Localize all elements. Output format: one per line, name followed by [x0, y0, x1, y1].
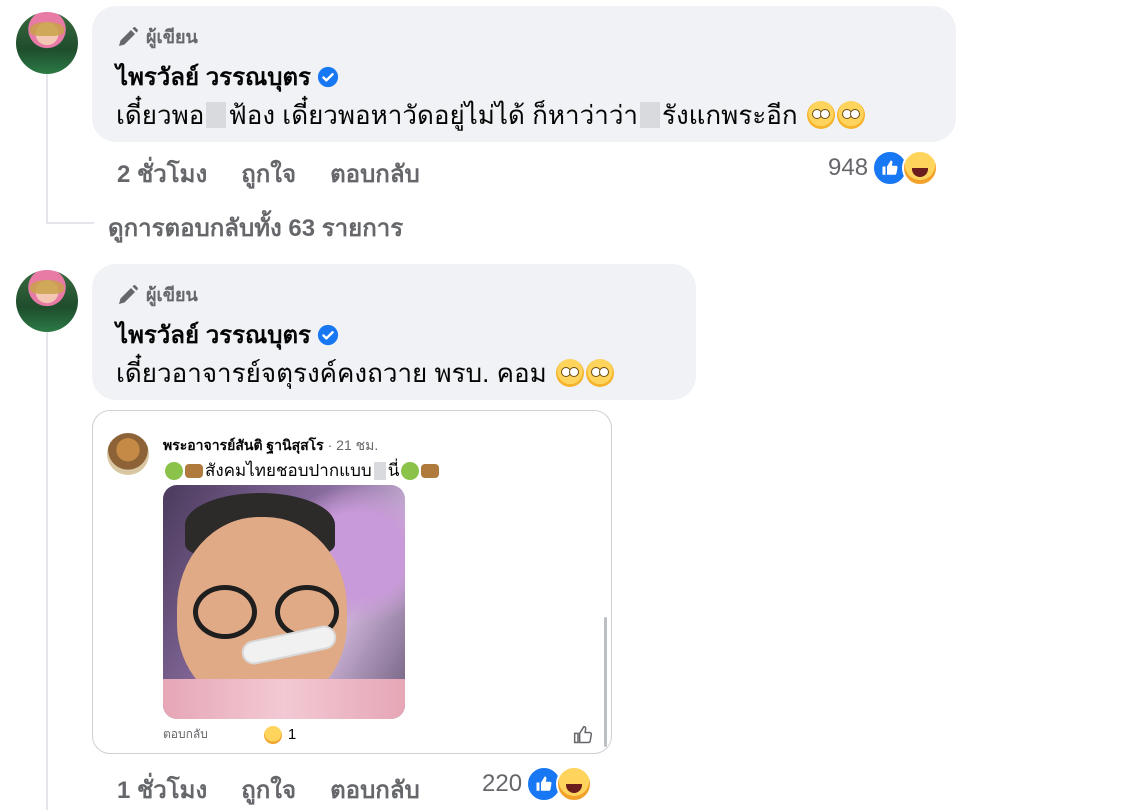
reply-button[interactable]: ตอบกลับ	[330, 770, 420, 809]
dog-emoji-icon	[185, 463, 203, 478]
embedded-author-name: พระอาจารย์สันติ ฐานิสุสโร	[163, 437, 324, 453]
eyeroll-emoji-icon	[806, 101, 835, 129]
attached-image[interactable]: พระอาจารย์สันติ ฐานิสุสโร · 21 ชม. สังคม…	[92, 410, 612, 754]
embedded-scrollbar	[604, 617, 607, 747]
embedded-footer: ตอบกลับ 1	[163, 725, 296, 744]
comment-actions: 1 ชั่วโมง ถูกใจ ตอบกลับ	[117, 770, 420, 809]
censor-block	[373, 461, 386, 480]
reaction-summary[interactable]: 948	[828, 150, 939, 186]
censor-block	[206, 102, 227, 128]
verified-badge-icon	[317, 66, 339, 87]
comment-text-part: ฟ้อง เดี๋ยวพอหาวัดอยู่ไม่ได้ ก็หาว่าว่า	[228, 100, 639, 130]
author-name-label[interactable]: ไพรวัลย์ วรรณบุตร	[116, 57, 311, 96]
avatar[interactable]	[16, 270, 78, 332]
embedded-author: พระอาจารย์สันติ ฐานิสุสโร · 21 ชม.	[163, 435, 378, 457]
comment-text: เดี๋ยวอาจารย์จตุรงค์คงถวาย พรบ. คอม	[116, 353, 614, 394]
author-name[interactable]: ไพรวัลย์ วรรณบุตร	[116, 57, 339, 96]
author-tag: ผู้เขียน	[116, 22, 198, 51]
author-name-label[interactable]: ไพรวัลย์ วรรณบุตร	[116, 315, 311, 354]
like-button[interactable]: ถูกใจ	[241, 770, 296, 809]
author-tag: ผู้เขียน	[116, 280, 198, 309]
embedded-avatar	[107, 433, 149, 475]
like-button[interactable]: ถูกใจ	[241, 154, 296, 193]
verified-badge-icon	[317, 324, 339, 345]
reply-button[interactable]: ตอบกลับ	[330, 154, 420, 193]
meme-shirt	[163, 679, 405, 719]
dog-emoji-icon	[421, 463, 440, 478]
embedded-reply-label: ตอบกลับ	[163, 727, 208, 741]
reaction-count: 948	[828, 154, 869, 181]
pen-icon	[119, 284, 138, 304]
embedded-reaction-count: 1	[287, 726, 297, 743]
embedded-text: สังคมไทยชอบปากแบบ นี่	[165, 457, 440, 484]
thread-line-curve	[46, 222, 94, 224]
view-replies-link[interactable]: ดูการตอบกลับทั้ง 63 รายการ	[108, 208, 403, 247]
embedded-text-part: นี่	[387, 461, 400, 480]
pen-icon	[119, 26, 138, 46]
reaction-summary[interactable]: 220	[482, 766, 593, 802]
thread-line	[46, 332, 48, 810]
comment-actions: 2 ชั่วโมง ถูกใจ ตอบกลับ	[117, 154, 420, 193]
eyeroll-emoji-icon	[836, 101, 865, 129]
meme-glasses-left	[193, 585, 257, 639]
meme-photo	[163, 485, 405, 719]
haha-reaction-icon	[556, 766, 593, 802]
comment-time[interactable]: 1 ชั่วโมง	[117, 770, 207, 809]
eyeroll-emoji-icon	[585, 359, 614, 387]
thumbs-up-icon	[573, 725, 593, 744]
thread-line	[46, 74, 48, 224]
embedded-text-part: สังคมไทยชอบปากแบบ	[205, 461, 372, 480]
comment-text: เดี๋ยวพอ ฟ้อง เดี๋ยวพอหาวัดอยู่ไม่ได้ ก็ห…	[116, 95, 865, 136]
author-tag-label: ผู้เขียน	[146, 285, 198, 305]
avatar[interactable]	[16, 12, 78, 74]
censor-block	[640, 102, 661, 128]
comment-text-part: รังแกพระอีก	[662, 100, 798, 130]
comment-time[interactable]: 2 ชั่วโมง	[117, 154, 207, 193]
author-tag-label: ผู้เขียน	[146, 27, 198, 47]
nauseated-emoji-icon	[401, 461, 420, 480]
comment-text-part: เดี๋ยวพอ	[116, 100, 205, 130]
eyeroll-emoji-icon	[555, 359, 584, 387]
embedded-time: · 21 ชม.	[323, 437, 379, 453]
reaction-count: 220	[482, 770, 523, 797]
comment-text-part: เดี๋ยวอาจารย์จตุรงค์คงถวาย พรบ. คอม	[116, 358, 547, 388]
haha-reaction-icon	[263, 725, 282, 744]
nauseated-emoji-icon	[165, 461, 183, 480]
haha-reaction-icon	[902, 150, 939, 186]
author-name[interactable]: ไพรวัลย์ วรรณบุตร	[116, 315, 339, 354]
